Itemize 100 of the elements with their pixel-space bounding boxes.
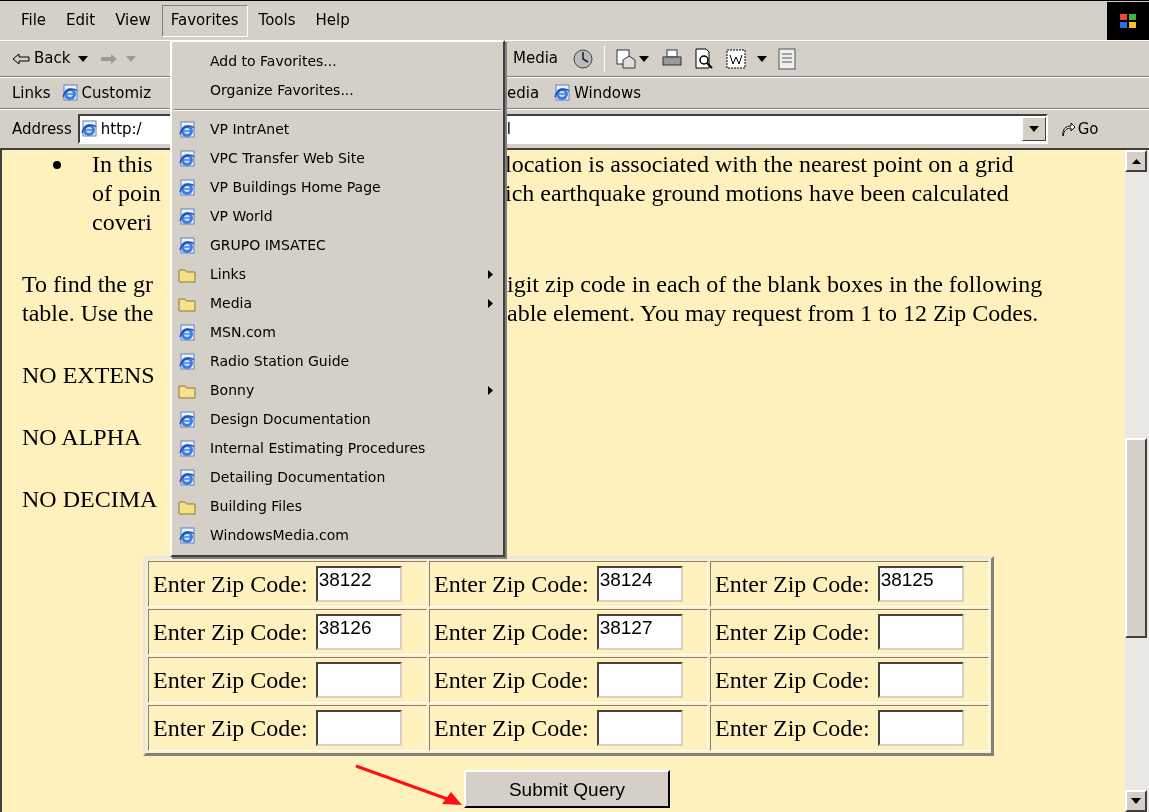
- menu-item[interactable]: Tools: [249, 4, 305, 37]
- zip-code-field[interactable]: 38127: [596, 614, 683, 650]
- zip-code-label: Enter Zip Code:: [153, 713, 308, 743]
- zip-code-field[interactable]: 38122: [315, 566, 402, 602]
- paragraph-text: table. Use the: [22, 299, 154, 328]
- back-button[interactable]: Back: [12, 47, 71, 70]
- menu-entry[interactable]: WindowsMedia.com: [172, 521, 503, 550]
- document-icon[interactable]: [777, 47, 798, 70]
- link-button[interactable]: Customiz: [60, 81, 152, 105]
- scroll-up-button[interactable]: [1125, 150, 1147, 172]
- scroll-thumb[interactable]: [1125, 438, 1147, 638]
- browser-page-icon: [178, 178, 196, 197]
- browser-page-icon: [178, 526, 196, 545]
- zip-code-field[interactable]: [315, 710, 402, 746]
- caret-icon: [1028, 126, 1039, 132]
- zip-code-field[interactable]: 38124: [596, 566, 683, 602]
- menu-entry[interactable]: Organize Favorites...: [172, 76, 503, 105]
- menu-entry[interactable]: Media: [172, 289, 503, 318]
- caret-icon: [126, 55, 137, 62]
- submenu-arrow-icon: [488, 299, 493, 308]
- menu-item[interactable]: Help: [306, 4, 359, 37]
- zip-code-label: Enter Zip Code:: [434, 665, 589, 695]
- zip-code-label: Enter Zip Code:: [153, 617, 308, 647]
- caret-icon: [639, 55, 650, 62]
- vertical-scrollbar[interactable]: [1125, 148, 1149, 812]
- zip-code-field[interactable]: 38125: [877, 566, 964, 602]
- menu-item[interactable]: Edit: [57, 4, 105, 37]
- paragraph-text: coveri: [92, 208, 152, 237]
- link-button[interactable]: Windows: [553, 81, 642, 105]
- zip-code-field[interactable]: [877, 614, 964, 650]
- menu-entry[interactable]: Detailing Documentation: [172, 463, 503, 492]
- browser-page-icon: [178, 410, 196, 429]
- zip-code-field[interactable]: [596, 710, 683, 746]
- paragraph-text: able element. You may request from 1 to 12 Zip Codes.: [507, 299, 1039, 328]
- menu-entry[interactable]: Building Files: [172, 492, 503, 521]
- browser-page-icon: [79, 120, 98, 138]
- bullet-icon: [53, 160, 61, 169]
- paragraph-text: NO EXTENS: [22, 361, 155, 390]
- menu-item[interactable]: File: [12, 4, 56, 37]
- zip-code-field[interactable]: [877, 662, 964, 698]
- zip-code-field[interactable]: 38126: [315, 614, 402, 650]
- menu-entry[interactable]: Bonny: [172, 376, 503, 405]
- paragraph-text: NO DECIMA: [22, 485, 158, 514]
- caret-icon: [757, 55, 768, 62]
- menu-entry[interactable]: Design Documentation: [172, 405, 503, 434]
- address-label: Address: [12, 118, 72, 140]
- submit-button[interactable]: Submit Query: [464, 770, 670, 808]
- media-button[interactable]: Media: [505, 47, 559, 70]
- browser-page-icon: [178, 468, 196, 487]
- zip-code-label: Enter Zip Code:: [153, 665, 308, 695]
- browser-page-icon: [553, 84, 572, 102]
- submenu-arrow-icon: [488, 270, 493, 279]
- browser-page-icon: [178, 207, 196, 226]
- submenu-arrow-icon: [488, 386, 493, 395]
- history-icon[interactable]: [572, 47, 595, 70]
- zip-code-label: Enter Zip Code:: [715, 713, 870, 743]
- zip-code-label: Enter Zip Code:: [715, 665, 870, 695]
- menu-item[interactable]: View: [106, 4, 160, 37]
- edit-document-icon[interactable]: [725, 47, 748, 70]
- zip-code-label: Enter Zip Code:: [715, 569, 870, 599]
- menu-entry[interactable]: VP IntrAnet: [172, 115, 503, 144]
- menu-entry[interactable]: VP World: [172, 202, 503, 231]
- menu-entry[interactable]: MSN.com: [172, 318, 503, 347]
- menu-entry[interactable]: Internal Estimating Procedures: [172, 434, 503, 463]
- paragraph-text: In this: [92, 150, 153, 179]
- browser-page-icon: [178, 149, 196, 168]
- zip-code-label: Enter Zip Code:: [715, 617, 870, 647]
- paragraph-text: igit zip code in each of the blank boxes in the following: [507, 270, 1043, 299]
- folder-icon: [178, 266, 196, 283]
- menu-item[interactable]: Favorites: [161, 4, 248, 37]
- mail-icon[interactable]: [615, 47, 638, 70]
- zip-code-field[interactable]: [315, 662, 402, 698]
- menu-entry[interactable]: Add to Favorites...: [172, 47, 503, 76]
- go-arrow-icon: [1059, 121, 1076, 137]
- zip-code-field[interactable]: [596, 662, 683, 698]
- paragraph-text: To find the gr: [22, 270, 153, 299]
- zip-code-field[interactable]: [877, 710, 964, 746]
- link-button[interactable]: edia: [507, 81, 540, 105]
- browser-page-icon: [60, 84, 79, 102]
- scroll-down-button[interactable]: [1125, 790, 1147, 812]
- folder-icon: [178, 295, 196, 312]
- menu-entry[interactable]: VPC Transfer Web Site: [172, 144, 503, 173]
- caret-icon: [1131, 798, 1141, 804]
- caret-icon: [78, 55, 89, 62]
- menu-entry[interactable]: VP Buildings Home Page: [172, 173, 503, 202]
- back-arrow-icon: [12, 52, 30, 65]
- paragraph-text: of poin: [92, 179, 161, 208]
- folder-icon: [178, 382, 196, 399]
- browser-page-icon: [178, 439, 196, 458]
- links-label: Links: [12, 82, 51, 104]
- browser-page-icon: [178, 236, 196, 255]
- menu-entry[interactable]: Radio Station Guide: [172, 347, 503, 376]
- menu-entry[interactable]: Links: [172, 260, 503, 289]
- zip-code-label: Enter Zip Code:: [434, 713, 589, 743]
- menu-entry[interactable]: GRUPO IMSATEC: [172, 231, 503, 260]
- zip-code-label: Enter Zip Code:: [153, 569, 308, 599]
- browser-page-icon: [178, 323, 196, 342]
- up-arrow-icon: [1131, 158, 1141, 164]
- dropdown-button[interactable]: [1021, 117, 1046, 141]
- go-button[interactable]: Go: [1059, 117, 1099, 141]
